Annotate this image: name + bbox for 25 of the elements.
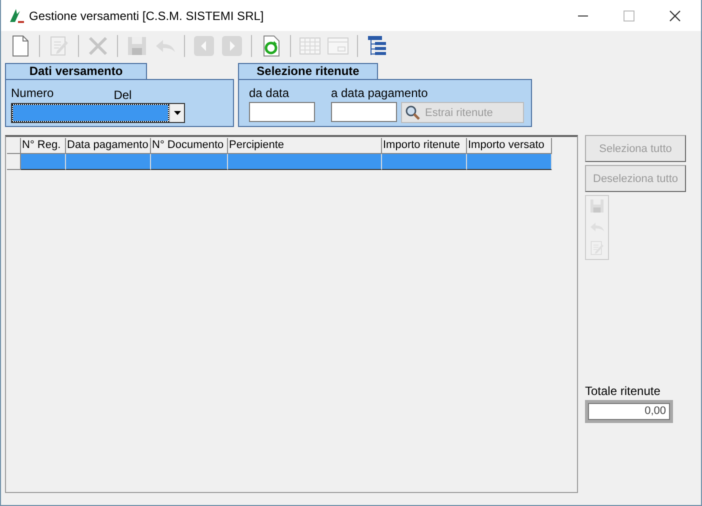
date-field[interactable]: [331, 102, 397, 122]
edit-document-icon: [48, 35, 70, 57]
field-label: a data pagamento: [331, 86, 429, 100]
total-field: 0,00: [585, 400, 673, 423]
group-title: Dati versamento: [5, 63, 147, 79]
field-label: Del: [114, 88, 132, 102]
field-label: Numero: [11, 86, 54, 102]
date-field[interactable]: [249, 102, 315, 122]
dropdown-arrow-icon: [174, 111, 180, 115]
save-icon: [126, 35, 148, 57]
edit-document-icon: [589, 240, 605, 256]
table-icon: [299, 35, 321, 57]
field-label: da data: [249, 86, 290, 100]
tree-list-icon: [366, 35, 388, 57]
total-label: Totale ritenute: [585, 384, 662, 398]
delete-icon: [87, 35, 109, 57]
close-icon[interactable]: [669, 10, 681, 22]
group-title: Selezione ritenute: [238, 63, 378, 79]
form-icon: [327, 35, 349, 57]
window-title: Gestione versamenti [C.S.M. SISTEMI SRL]: [29, 8, 264, 22]
maximize-icon[interactable]: [623, 10, 635, 22]
app-logo-icon: [7, 6, 25, 24]
save-icon: [589, 198, 605, 214]
search-icon: [405, 104, 421, 120]
numero-dropdown[interactable]: [11, 103, 185, 123]
